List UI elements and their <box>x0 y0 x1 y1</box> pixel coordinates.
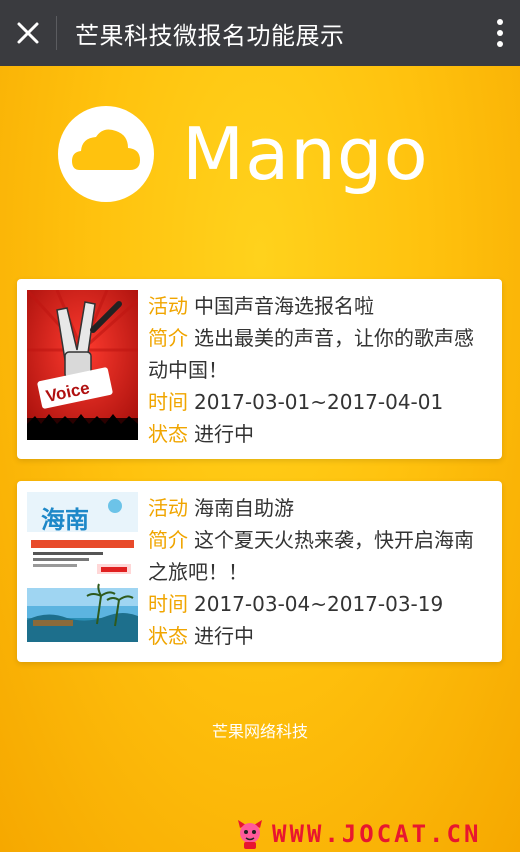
svg-text:海南: 海南 <box>41 505 89 534</box>
event-time: 2017-03-01~2017-04-01 <box>194 390 444 414</box>
time-label: 时间 <box>148 592 188 616</box>
watermark-text: WWW.JOCAT.CN <box>272 820 482 848</box>
status-label: 状态 <box>148 624 188 648</box>
logo-text: Mango <box>182 112 429 196</box>
intro-label: 简介 <box>148 528 188 552</box>
cloud-icon <box>58 106 154 202</box>
event-intro: 选出最美的声音，让你的歌声感动中国！ <box>148 326 474 382</box>
event-name: 中国声音海选报名啦 <box>194 294 374 318</box>
cat-mascot-icon <box>238 820 262 849</box>
close-button[interactable] <box>0 0 56 66</box>
page-title: 芒果科技微报名功能展示 <box>75 21 345 50</box>
event-info: 活动 中国声音海选报名啦 简介 选出最美的声音，让你的歌声感动中国！ 时间 2017-… <box>138 290 502 459</box>
event-status-row: 状态 进行中 <box>148 620 492 652</box>
event-intro: 这个夏天火热来袭，快开启海南之旅吧！！ <box>148 528 474 584</box>
event-time: 2017-03-04~2017-03-19 <box>194 592 444 616</box>
activity-label: 活动 <box>148 294 188 318</box>
event-status-row: 状态 进行中 <box>148 418 492 450</box>
header-divider <box>56 16 57 50</box>
event-intro-row: 简介 这个夏天火热来袭，快开启海南之旅吧！！ <box>148 524 492 588</box>
brand-logo: Mango <box>56 104 436 204</box>
event-time-row: 时间 2017-03-01~2017-04-01 <box>148 386 492 418</box>
event-card[interactable]: 海南 活动 海南自助游 简介 这个夏天火热来袭，快开启海南之旅吧！！ 时间 2017-… <box>17 481 502 662</box>
event-time-row: 时间 2017-03-04~2017-03-19 <box>148 588 492 620</box>
event-info: 活动 海南自助游 简介 这个夏天火热来袭，快开启海南之旅吧！！ 时间 2017-03-… <box>138 492 502 662</box>
close-icon <box>17 22 39 44</box>
activity-label: 活动 <box>148 496 188 520</box>
event-name: 海南自助游 <box>194 496 294 520</box>
more-vertical-icon <box>497 19 503 47</box>
intro-label: 简介 <box>148 326 188 350</box>
top-navigation-bar: 芒果科技微报名功能展示 <box>0 0 520 66</box>
event-thumbnail: 海南 <box>27 492 138 642</box>
event-thumbnail: Voice <box>27 290 138 440</box>
watermark: WWW.JOCAT.CN <box>236 816 520 852</box>
event-intro-row: 简介 选出最美的声音，让你的歌声感动中国！ <box>148 322 492 386</box>
event-activity-row: 活动 中国声音海选报名啦 <box>148 290 492 322</box>
footer-text: 芒果网络科技 <box>211 722 308 741</box>
status-label: 状态 <box>148 422 188 446</box>
event-card[interactable]: Voice 活动 中国声音海选报名啦 简介 选出最美的声音，让你的歌声感动中国！ 时… <box>17 279 502 459</box>
more-button[interactable] <box>480 0 520 66</box>
event-status: 进行中 <box>194 624 254 648</box>
event-status: 进行中 <box>194 422 254 446</box>
event-activity-row: 活动 海南自助游 <box>148 492 492 524</box>
time-label: 时间 <box>148 390 188 414</box>
